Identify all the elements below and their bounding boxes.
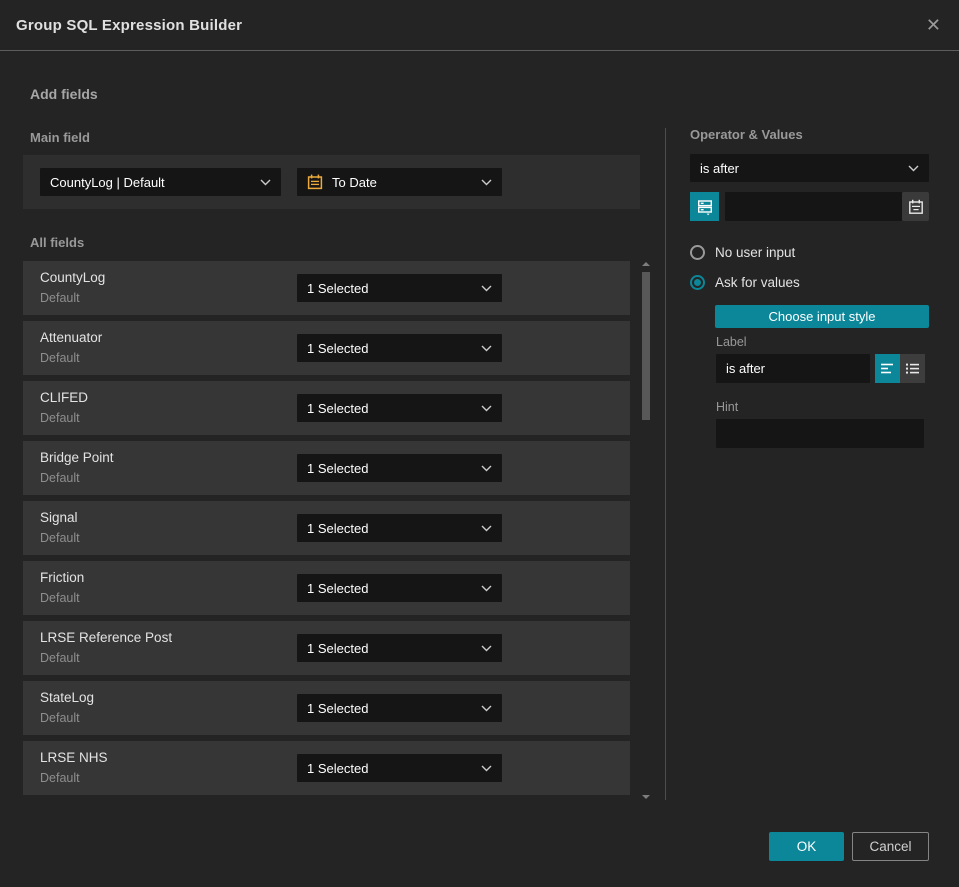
main-field-select-value: CountyLog | Default [50, 174, 165, 190]
field-name: Friction [40, 570, 85, 585]
dialog-header: Group SQL Expression Builder ✕ [0, 0, 959, 51]
group-sql-expression-builder-dialog: Group SQL Expression Builder ✕ Add field… [0, 0, 959, 887]
field-selected-dropdown[interactable]: 1 Selected [297, 634, 502, 662]
field-selected-dropdown[interactable]: 1 Selected [297, 574, 502, 602]
field-selected-dropdown[interactable]: 1 Selected [297, 694, 502, 722]
field-sublabel: Default [40, 471, 80, 485]
field-row[interactable]: CLIFED Default 1 Selected [23, 381, 630, 435]
field-sublabel: Default [40, 351, 80, 365]
fields-scrollbar[interactable] [639, 258, 653, 803]
field-row[interactable]: Attenuator Default 1 Selected [23, 321, 630, 375]
field-sublabel: Default [40, 531, 80, 545]
radio-no-user-input[interactable]: No user input [690, 245, 795, 260]
field-name: LRSE Reference Post [40, 630, 173, 645]
calendar-icon [908, 199, 924, 215]
calendar-icon [307, 174, 323, 190]
field-sublabel: Default [40, 291, 80, 305]
all-fields-label: All fields [30, 235, 85, 250]
field-name: LRSE NHS [40, 750, 108, 765]
choose-input-style-button[interactable]: Choose input style [715, 305, 929, 328]
field-sublabel: Default [40, 411, 80, 425]
field-sublabel: Default [40, 651, 80, 665]
field-name: Attenuator [40, 330, 103, 345]
main-field-label: Main field [30, 130, 90, 145]
chevron-down-icon [481, 705, 492, 712]
radio-unselected-icon [690, 245, 705, 260]
chevron-down-icon [481, 179, 492, 186]
scroll-up-icon[interactable] [642, 262, 650, 266]
cancel-button[interactable]: Cancel [852, 832, 929, 861]
field-row[interactable]: CountyLog Default 1 Selected [23, 261, 630, 315]
all-fields-list: CountyLog Default 1 Selected Attenuator … [23, 261, 630, 801]
radio-selected-icon [690, 275, 705, 290]
label-style-list-button[interactable] [900, 354, 925, 383]
field-selected-dropdown[interactable]: 1 Selected [297, 274, 502, 302]
operator-select-value: is after [700, 160, 740, 176]
chevron-down-icon [908, 165, 919, 172]
chevron-down-icon [481, 525, 492, 532]
date-value-input[interactable] [725, 192, 902, 221]
field-row[interactable]: Bridge Point Default 1 Selected [23, 441, 630, 495]
field-sublabel: Default [40, 771, 80, 785]
value-source-button[interactable] [690, 192, 719, 221]
label-style-single-button[interactable] [875, 354, 900, 383]
chevron-down-icon [481, 345, 492, 352]
field-selected-dropdown[interactable]: 1 Selected [297, 754, 502, 782]
chevron-down-icon [481, 585, 492, 592]
field-name: CountyLog [40, 270, 106, 285]
field-name: StateLog [40, 690, 95, 705]
close-icon[interactable]: ✕ [926, 16, 941, 34]
vertical-divider [665, 128, 666, 800]
label-field-label: Label [716, 335, 747, 349]
main-field-select[interactable]: CountyLog | Default [40, 168, 281, 196]
field-row[interactable]: LRSE Reference Post Default 1 Selected [23, 621, 630, 675]
list-icon [905, 362, 920, 375]
chevron-down-icon [260, 179, 271, 186]
chevron-down-icon [481, 465, 492, 472]
date-picker-button[interactable] [902, 192, 929, 221]
chevron-down-icon [481, 285, 492, 292]
field-name: Bridge Point [40, 450, 114, 465]
main-field-type-select[interactable]: To Date [297, 168, 502, 196]
dialog-title: Group SQL Expression Builder [16, 16, 243, 34]
field-row[interactable]: Signal Default 1 Selected [23, 501, 630, 555]
field-selected-dropdown[interactable]: 1 Selected [297, 334, 502, 362]
field-row[interactable]: Friction Default 1 Selected [23, 561, 630, 615]
align-left-icon [880, 362, 895, 375]
field-sublabel: Default [40, 591, 80, 605]
radio-ask-for-values[interactable]: Ask for values [690, 275, 800, 290]
scroll-down-icon[interactable] [642, 795, 650, 799]
scrollbar-thumb[interactable] [642, 272, 650, 420]
chevron-down-icon [481, 765, 492, 772]
main-field-type-value: To Date [332, 174, 377, 190]
hint-input[interactable] [716, 419, 924, 448]
field-sublabel: Default [40, 711, 80, 725]
main-field-panel: CountyLog | Default To Date [23, 155, 640, 209]
chevron-down-icon [481, 405, 492, 412]
field-name: CLIFED [40, 390, 89, 405]
stack-values-icon [696, 198, 714, 216]
chevron-down-icon [481, 645, 492, 652]
field-selected-dropdown[interactable]: 1 Selected [297, 394, 502, 422]
label-input[interactable] [716, 354, 870, 383]
add-fields-heading: Add fields [30, 86, 98, 102]
field-name: Signal [40, 510, 78, 525]
ok-button[interactable]: OK [769, 832, 844, 861]
field-row[interactable]: LRSE NHS Default 1 Selected [23, 741, 630, 795]
field-selected-dropdown[interactable]: 1 Selected [297, 454, 502, 482]
field-row[interactable]: StateLog Default 1 Selected [23, 681, 630, 735]
operator-select[interactable]: is after [690, 154, 929, 182]
hint-field-label: Hint [716, 400, 739, 414]
field-selected-dropdown[interactable]: 1 Selected [297, 514, 502, 542]
operator-values-heading: Operator & Values [690, 127, 803, 142]
